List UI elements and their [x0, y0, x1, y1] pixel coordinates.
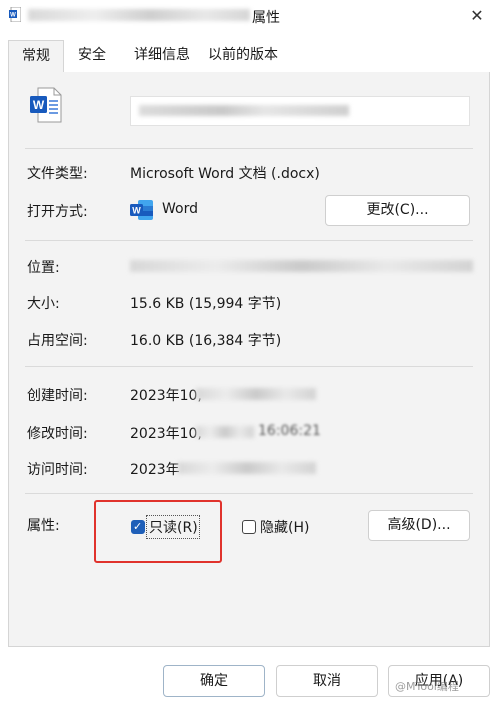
- svg-text:W: W: [33, 98, 45, 112]
- title-bar: W 属性 ✕: [0, 0, 500, 34]
- hidden-checkbox[interactable]: [242, 520, 256, 534]
- highlight-box: [94, 500, 222, 563]
- general-panel: [8, 72, 490, 647]
- size-on-disk-label: 占用空间:: [27, 333, 88, 349]
- tab-details[interactable]: 详细信息: [126, 40, 198, 70]
- word-app-icon: W: [130, 200, 153, 220]
- size-value: 15.6 KB (15,994 字节): [130, 296, 282, 312]
- tab-previous-versions[interactable]: 以前的版本: [200, 40, 286, 70]
- close-icon[interactable]: ✕: [465, 5, 489, 27]
- ok-button[interactable]: 确定: [163, 665, 265, 697]
- file-name-field[interactable]: [130, 96, 470, 126]
- hidden-label[interactable]: 隐藏(H): [260, 517, 309, 537]
- location-label: 位置:: [27, 260, 60, 276]
- window-title: 属性: [252, 10, 280, 26]
- tab-strip: 常规 安全 详细信息 以前的版本: [8, 40, 488, 73]
- cancel-button[interactable]: 取消: [276, 665, 378, 697]
- file-name-redacted: [28, 9, 250, 21]
- size-label: 大小:: [27, 296, 60, 312]
- tab-security[interactable]: 安全: [66, 40, 118, 70]
- advanced-button[interactable]: 高级(D)...: [368, 510, 470, 541]
- created-label: 创建时间:: [27, 388, 88, 404]
- modified-label: 修改时间:: [27, 426, 88, 442]
- accessed-redacted: [178, 462, 316, 474]
- separator: [25, 240, 473, 241]
- created-redacted: [196, 388, 316, 400]
- accessed-label: 访问时间:: [27, 462, 88, 478]
- watermark: @MTool编程: [395, 680, 459, 693]
- attributes-label: 属性:: [27, 518, 60, 534]
- opens-with-label: 打开方式:: [27, 204, 88, 220]
- svg-text:W: W: [132, 206, 141, 216]
- size-on-disk-value: 16.0 KB (16,384 字节): [130, 333, 282, 349]
- separator: [25, 366, 473, 367]
- separator: [25, 148, 473, 149]
- separator: [25, 493, 473, 494]
- location-redacted: [130, 260, 473, 272]
- modified-value: 2023年10,: [130, 426, 202, 442]
- svg-text:W: W: [10, 13, 16, 19]
- file-name-redacted: [139, 105, 349, 116]
- tab-general[interactable]: 常规: [8, 40, 64, 73]
- file-type-label: 文件类型:: [27, 166, 88, 182]
- modified-time: 16:06:21: [258, 423, 321, 439]
- word-document-icon: W: [9, 7, 21, 22]
- word-file-icon: W: [30, 87, 62, 123]
- change-app-button[interactable]: 更改(C)...: [325, 195, 470, 226]
- modified-redacted: [196, 426, 254, 438]
- created-value: 2023年10,: [130, 388, 202, 404]
- file-type-value: Microsoft Word 文档 (.docx): [130, 166, 320, 182]
- opens-with-app: Word: [162, 201, 198, 217]
- accessed-value: 2023年: [130, 462, 180, 478]
